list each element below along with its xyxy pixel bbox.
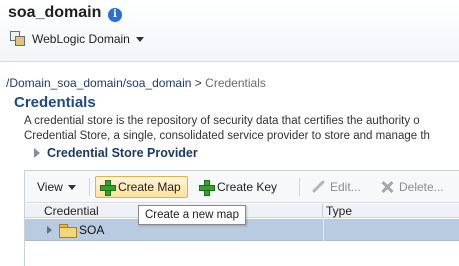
- page-description: A credential store is the repository of …: [24, 114, 459, 144]
- create-map-label: Create Map: [118, 180, 181, 194]
- weblogic-domain-menu-label: WebLogic Domain: [32, 32, 130, 46]
- create-key-button[interactable]: Create Key: [195, 176, 281, 198]
- toolbar-divider: [299, 178, 300, 196]
- plus-icon: [199, 180, 215, 196]
- table-toolbar: View Create Map Create Key Edit... Delet…: [25, 171, 459, 203]
- delete-label: Delete...: [399, 180, 444, 194]
- description-line-2: Credential Store, a single, consolidated…: [24, 130, 430, 142]
- column-divider: [323, 219, 324, 241]
- create-map-button[interactable]: Create Map: [95, 176, 188, 198]
- delete-button[interactable]: Delete...: [377, 176, 448, 198]
- weblogic-domain-menu[interactable]: WebLogic Domain: [10, 29, 144, 49]
- breadcrumb-separator: >: [194, 76, 202, 90]
- domain-title: soa_domain: [8, 4, 102, 21]
- breadcrumb-domain-link[interactable]: /Domain_soa_domain/soa_domain: [6, 76, 191, 90]
- column-header-type[interactable]: Type: [323, 204, 459, 218]
- breadcrumb: /Domain_soa_domain/soa_domain > Credenti…: [6, 76, 266, 90]
- weblogic-domain-icon: [10, 31, 26, 47]
- edit-button[interactable]: Edit...: [308, 176, 365, 198]
- breadcrumb-current: Credentials: [205, 76, 266, 90]
- credential-store-provider-toggle[interactable]: Credential Store Provider: [34, 146, 198, 160]
- description-line-1: A credential store is the repository of …: [24, 115, 420, 127]
- view-menu-button[interactable]: View: [33, 176, 80, 198]
- credential-cell[interactable]: SOA: [47, 222, 104, 238]
- folder-icon: [59, 224, 77, 238]
- domain-header: soa_domain i WebLogic Domain: [0, 0, 459, 62]
- expand-right-icon: [34, 148, 40, 158]
- info-icon[interactable]: i: [108, 8, 122, 22]
- expand-right-icon[interactable]: [47, 226, 52, 234]
- edit-label: Edit...: [330, 180, 361, 194]
- create-map-tooltip: Create a new map: [138, 205, 246, 225]
- delete-x-icon: [381, 180, 395, 194]
- chevron-down-icon: [67, 184, 76, 190]
- credential-store-provider-label: Credential Store Provider: [47, 146, 198, 160]
- page-title: Credentials: [14, 94, 96, 111]
- pencil-icon: [312, 180, 326, 194]
- plus-icon: [100, 180, 116, 196]
- view-menu-label: View: [37, 180, 63, 194]
- credential-name: SOA: [79, 223, 105, 237]
- toolbar-divider: [89, 178, 90, 196]
- create-key-label: Create Key: [217, 180, 278, 194]
- chevron-down-icon: [135, 36, 144, 42]
